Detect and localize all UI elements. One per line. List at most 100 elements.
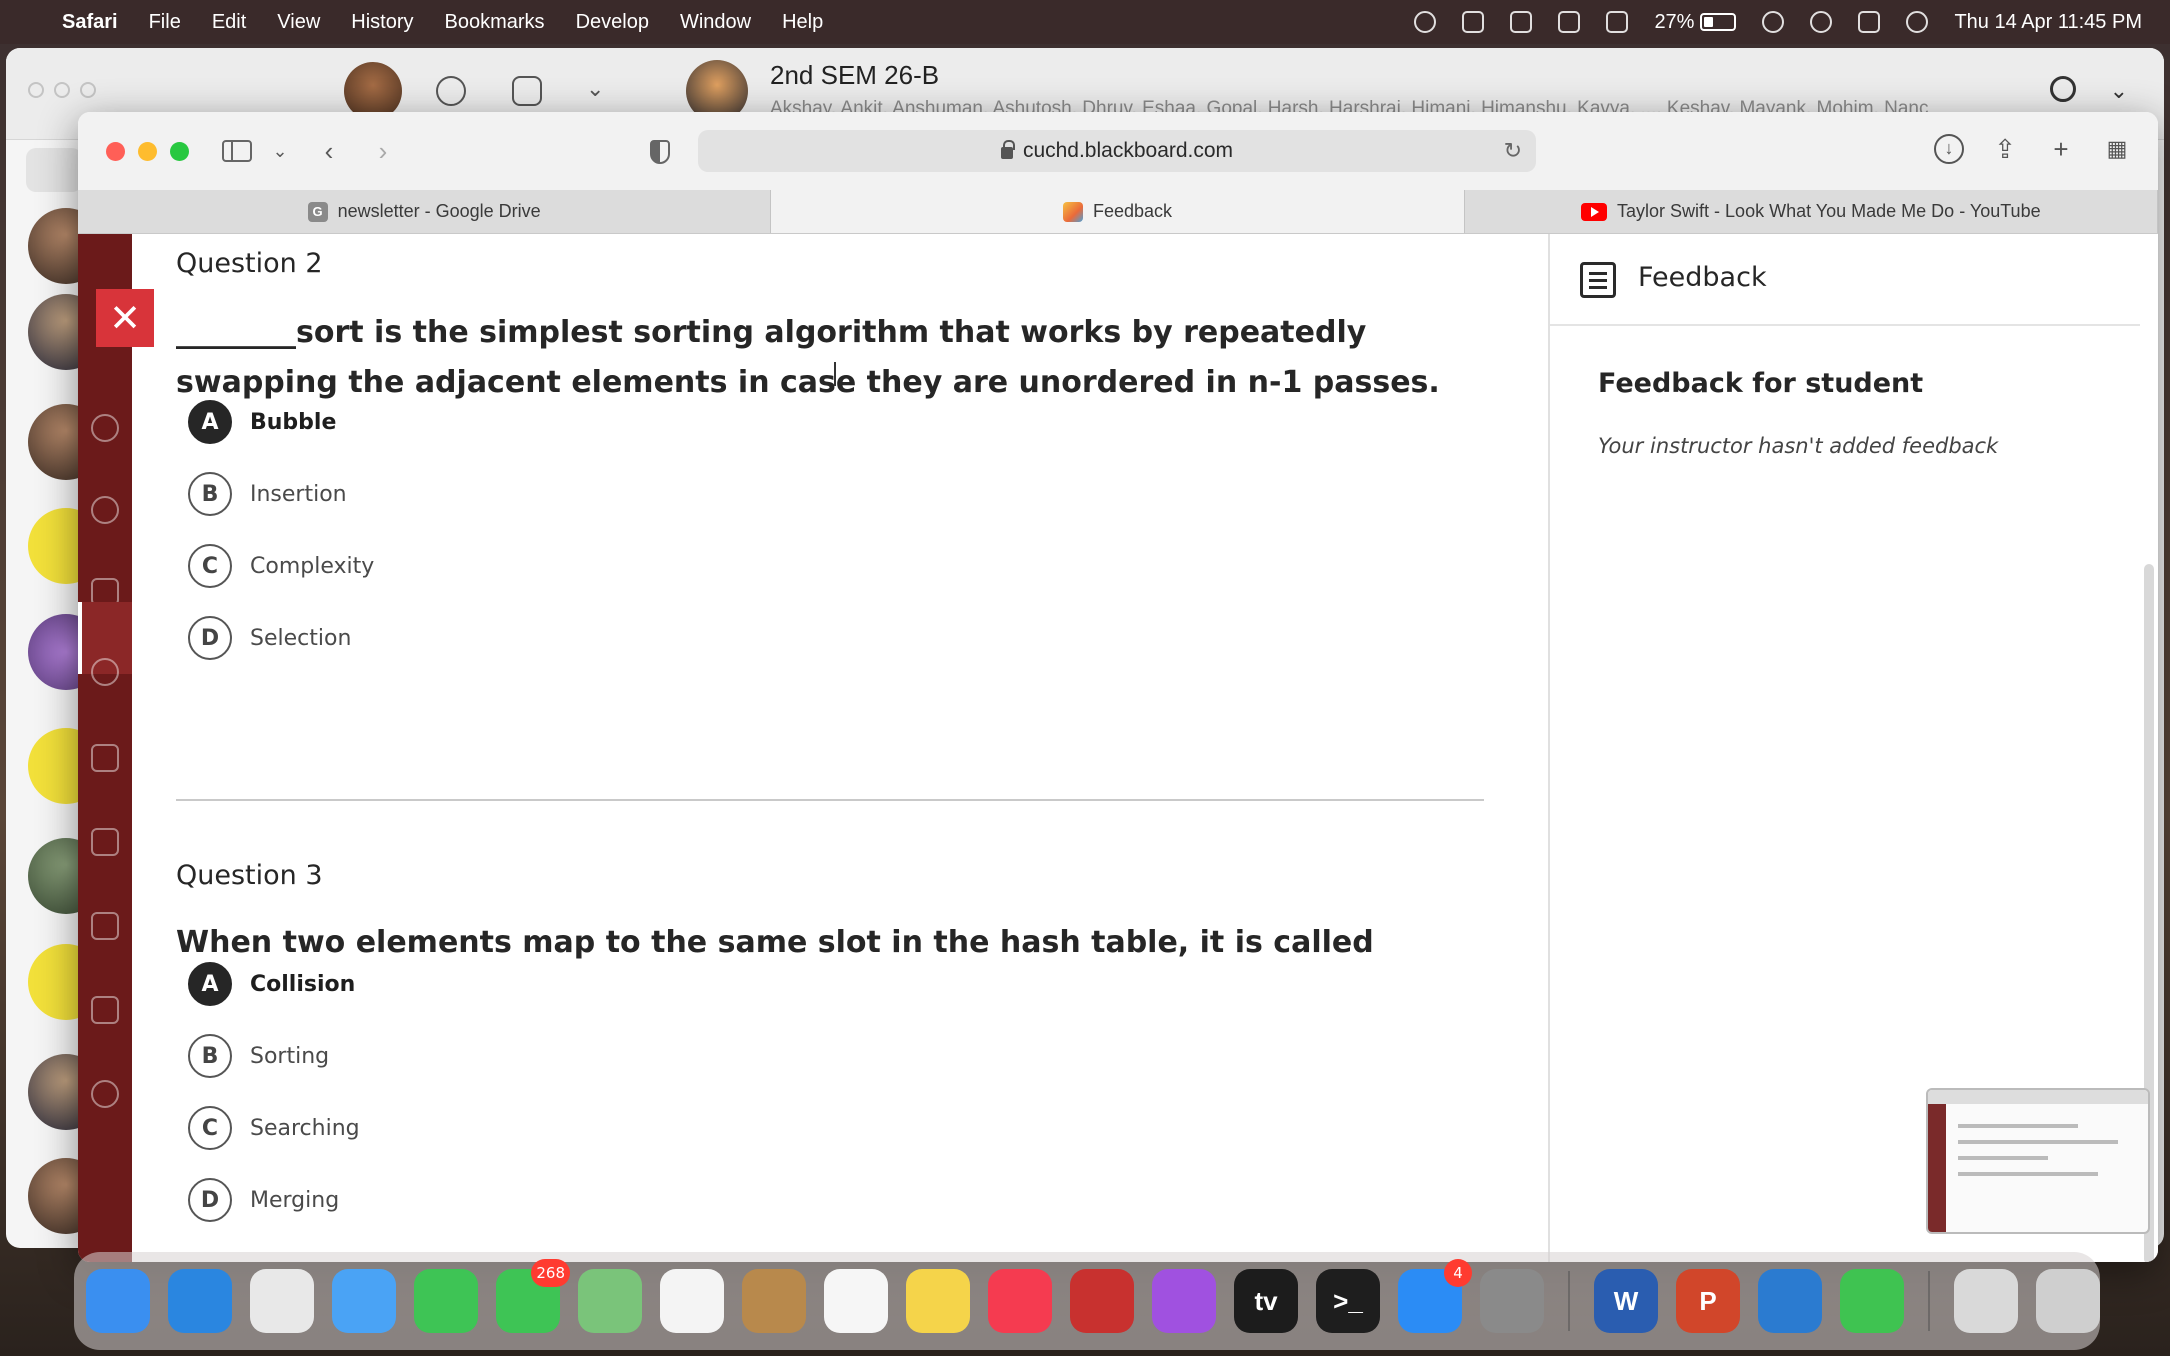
screenshot-thumbnail[interactable] <box>1926 1088 2150 1234</box>
downloads-icon[interactable]: ↓ <box>1934 134 1964 164</box>
address-url: cuchd.blackboard.com <box>1022 139 1234 162</box>
menu-app-name[interactable]: Safari <box>62 11 118 34</box>
dock-finder-icon[interactable] <box>86 1269 150 1333</box>
compose-icon[interactable] <box>512 76 542 106</box>
spotlight-icon[interactable] <box>1810 11 1833 33</box>
menu-develop[interactable]: Develop <box>576 11 649 34</box>
answer-option[interactable]: D Selection <box>188 616 351 660</box>
menu-edit[interactable]: Edit <box>212 11 246 34</box>
answer-option[interactable]: B Insertion <box>188 472 347 516</box>
menu-help[interactable]: Help <box>782 11 823 34</box>
dock-mail-icon[interactable] <box>332 1269 396 1333</box>
answer-option[interactable]: B Sorting <box>188 1034 329 1078</box>
menu-file[interactable]: File <box>149 11 181 34</box>
dock-vs-code-icon[interactable] <box>1758 1269 1822 1333</box>
chevron-down-icon[interactable]: ⌄ <box>586 76 616 106</box>
dock-reminders-icon[interactable] <box>824 1269 888 1333</box>
zoom-window-button[interactable] <box>170 142 189 161</box>
option-text: Bubble <box>250 409 337 435</box>
organizations-icon[interactable] <box>91 658 119 686</box>
dock-notes-icon[interactable] <box>906 1269 970 1333</box>
forward-arrow-icon[interactable]: › <box>368 134 398 168</box>
sign-out-icon[interactable] <box>91 1080 119 1108</box>
control-center-icon[interactable] <box>1858 11 1881 33</box>
dots-icon[interactable] <box>1558 11 1581 33</box>
tab-label: Taylor Swift - Look What You Made Me Do … <box>1617 201 2041 221</box>
keyboard-icon[interactable] <box>1510 11 1533 33</box>
menu-window[interactable]: Window <box>680 11 751 34</box>
dock-word-icon[interactable]: W <box>1594 1269 1658 1333</box>
dock-trash-icon[interactable] <box>2036 1269 2100 1333</box>
calendar-icon[interactable] <box>91 744 119 772</box>
menu-view[interactable]: View <box>277 11 320 34</box>
tab-feedback[interactable]: Feedback <box>771 190 1465 233</box>
answer-option[interactable]: C Searching <box>188 1106 360 1150</box>
siri-icon[interactable] <box>1906 11 1929 33</box>
option-letter: B <box>188 1034 232 1078</box>
dock-system-preferences-icon[interactable] <box>1480 1269 1544 1333</box>
bluetooth-icon[interactable] <box>1606 11 1629 33</box>
window-controls[interactable] <box>28 82 96 98</box>
dock-photo-booth-icon[interactable] <box>1070 1269 1134 1333</box>
tab-overview-icon[interactable]: ▦ <box>2102 134 2132 164</box>
dock-maps-icon[interactable] <box>578 1269 642 1333</box>
option-letter: D <box>188 616 232 660</box>
tab-google-drive[interactable]: G newsletter - Google Drive <box>78 190 772 233</box>
sidebar-toggle-icon[interactable] <box>222 140 252 162</box>
dock-contacts-icon[interactable] <box>742 1269 806 1333</box>
menu-bar: Safari File Edit View History Bookmarks … <box>0 0 2170 44</box>
status-icon[interactable] <box>436 76 466 106</box>
dock-podcasts-icon[interactable] <box>1152 1269 1216 1333</box>
dock-music-icon[interactable] <box>988 1269 1052 1333</box>
answer-option[interactable]: A Bubble <box>188 400 336 444</box>
profile-icon[interactable] <box>91 414 119 442</box>
dock-app-glyph: W <box>1613 1285 1639 1316</box>
menu-clock[interactable]: Thu 14 Apr 11:45 PM <box>1954 11 2142 34</box>
search-icon[interactable] <box>2050 76 2076 102</box>
tools-icon[interactable] <box>91 996 119 1024</box>
new-tab-icon[interactable]: + <box>2046 134 2076 164</box>
dock-facetime-icon[interactable] <box>414 1269 478 1333</box>
menu-history[interactable]: History <box>351 11 413 34</box>
messages-icon[interactable] <box>91 828 119 856</box>
option-text: Selection <box>250 625 352 651</box>
address-bar[interactable]: cuchd.blackboard.com ↻ <box>698 130 1536 172</box>
screen-record-icon[interactable] <box>1414 11 1437 33</box>
chevron-down-icon[interactable]: ⌄ <box>270 134 290 168</box>
tab-youtube[interactable]: Taylor Swift - Look What You Made Me Do … <box>1465 190 2158 233</box>
dock-downloads-icon[interactable] <box>1954 1269 2018 1333</box>
google-favicon-icon: G <box>307 201 328 222</box>
grades-icon[interactable] <box>91 912 119 940</box>
answer-option[interactable]: A Collision <box>188 962 355 1006</box>
option-letter: D <box>188 1178 232 1222</box>
privacy-shield-icon[interactable] <box>650 140 670 164</box>
dock-chrome-icon[interactable] <box>250 1269 314 1333</box>
back-arrow-icon[interactable]: ‹ <box>314 134 344 168</box>
dock-messages-icon[interactable]: 268 <box>496 1259 570 1333</box>
reload-icon[interactable]: ↻ <box>1504 138 1522 164</box>
answer-option[interactable]: D Merging <box>188 1178 339 1222</box>
dock-tv-icon[interactable]: tv <box>1234 1269 1298 1333</box>
dock-safari-icon[interactable] <box>168 1269 232 1333</box>
dock-app-store-icon[interactable]: 4 <box>1398 1259 1472 1333</box>
close-panel-button[interactable]: ✕ <box>96 289 154 347</box>
menu-bookmarks[interactable]: Bookmarks <box>445 11 545 34</box>
dock-powerpoint-icon[interactable]: P <box>1676 1269 1740 1333</box>
chat-search-input[interactable] <box>26 148 82 192</box>
globe-icon[interactable] <box>91 496 119 524</box>
close-window-button[interactable] <box>106 142 125 161</box>
quiz-content: Question 2 ________sort is the simplest … <box>132 234 1630 1262</box>
answer-option[interactable]: C Complexity <box>188 544 374 588</box>
minimize-window-button[interactable] <box>138 142 157 161</box>
chevron-down-icon[interactable]: ⌄ <box>2110 78 2128 104</box>
dock-whatsapp-icon[interactable] <box>1840 1269 1904 1333</box>
share-icon[interactable]: ⇪ <box>1990 134 2020 164</box>
dock-terminal-icon[interactable]: >_ <box>1316 1269 1380 1333</box>
question-text: When two elements map to the same slot i… <box>176 925 1374 960</box>
mute-icon[interactable] <box>1462 11 1485 33</box>
option-letter: C <box>188 1106 232 1150</box>
dock-photos-icon[interactable] <box>660 1269 724 1333</box>
wifi-icon[interactable] <box>1762 11 1785 33</box>
group-title[interactable]: 2nd SEM 26-B <box>770 60 939 91</box>
battery-status[interactable]: 27% <box>1654 11 1737 34</box>
